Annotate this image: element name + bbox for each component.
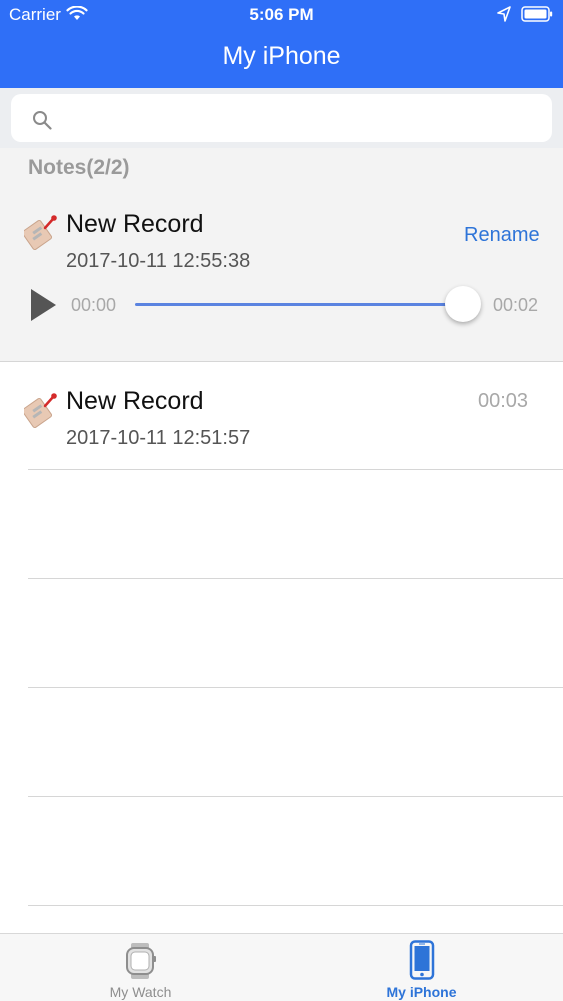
page-title: My iPhone xyxy=(222,42,341,70)
status-bar: Carrier 5:06 PM xyxy=(0,0,563,30)
search-bar xyxy=(0,88,563,148)
header: Carrier 5:06 PM My iPhone xyxy=(0,0,563,88)
row-divider xyxy=(28,469,563,470)
search-box[interactable] xyxy=(11,94,552,142)
total-time: 00:02 xyxy=(493,295,539,315)
record-title: New Record xyxy=(66,210,204,238)
location-arrow-icon xyxy=(497,6,511,22)
list-item[interactable]: New Record 2017-10-11 12:55:38 Rename 00… xyxy=(0,190,563,362)
tab-label: My iPhone xyxy=(386,984,457,1000)
status-time: 5:06 PM xyxy=(249,5,314,24)
record-date: 2017-10-11 12:51:57 xyxy=(66,427,251,449)
battery-icon xyxy=(521,6,553,22)
tab-my-iphone[interactable]: My iPhone xyxy=(281,934,562,1001)
playback-slider-track[interactable] xyxy=(135,303,463,306)
record-date: 2017-10-11 12:55:38 xyxy=(66,250,251,272)
section-label: Notes(2/2) xyxy=(28,156,130,179)
rename-button[interactable]: Rename xyxy=(464,224,540,247)
voice-memo-icon xyxy=(24,215,57,251)
elapsed-time: 00:00 xyxy=(71,295,117,315)
tab-my-watch[interactable]: My Watch xyxy=(0,934,281,1001)
search-icon xyxy=(33,111,52,130)
row-divider xyxy=(28,687,563,688)
list-item[interactable]: New Record 2017-10-11 12:51:57 00:03 xyxy=(0,362,563,469)
row-divider xyxy=(28,578,563,579)
iphone-icon xyxy=(409,940,435,980)
section-header: Notes(2/2) xyxy=(0,148,563,190)
record-title: New Record xyxy=(66,387,204,415)
watch-icon xyxy=(126,943,156,979)
play-icon[interactable] xyxy=(29,288,57,322)
tab-label: My Watch xyxy=(109,984,172,1000)
row-divider xyxy=(28,905,563,906)
tab-bar: My Watch My iPhone xyxy=(0,933,563,1001)
search-input[interactable] xyxy=(63,104,537,134)
row-divider xyxy=(28,796,563,797)
record-duration: 00:03 xyxy=(478,390,529,412)
playback-slider-thumb[interactable] xyxy=(445,286,481,322)
voice-memo-icon xyxy=(24,393,57,429)
